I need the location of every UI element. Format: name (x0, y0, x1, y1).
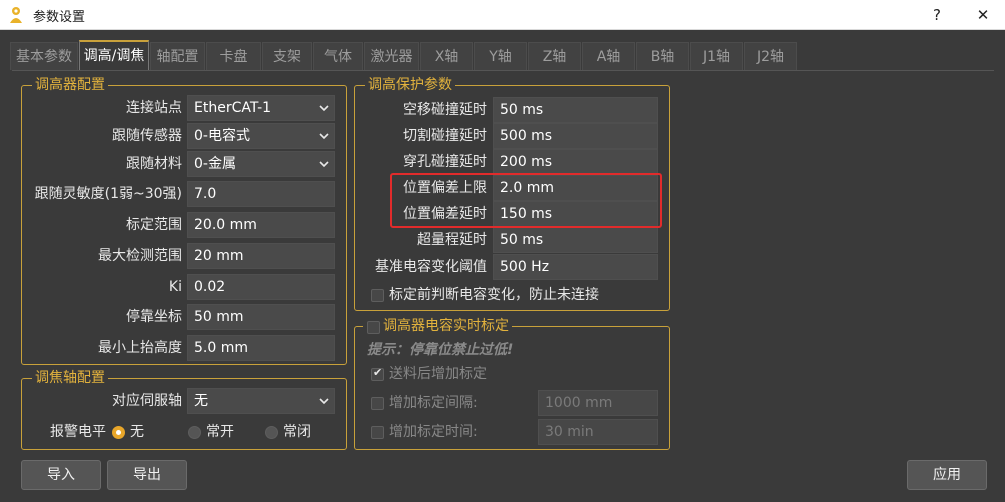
alarm-no-radio[interactable] (188, 426, 201, 439)
time-calib-checkbox[interactable] (371, 426, 384, 439)
tab-j2-axis[interactable]: J2轴 (744, 42, 797, 70)
tab-j1-axis[interactable]: J1轴 (690, 42, 743, 70)
apply-button[interactable]: 应用 (907, 460, 987, 490)
calib-range-input[interactable]: 20.0 mm (187, 212, 335, 238)
alarm-none-label: 无 (130, 424, 144, 440)
focus-axis-title: 调焦轴配置 (32, 369, 108, 387)
title-bar: 参数设置 ? ✕ (0, 0, 1005, 30)
realtime-calib-checkbox[interactable] (367, 321, 380, 334)
tab-support[interactable]: 支架 (262, 42, 312, 70)
tab-chuck[interactable]: 卡盘 (206, 42, 261, 70)
tab-axis-config[interactable]: 轴配置 (150, 42, 205, 70)
station-select[interactable]: EtherCAT-1 (187, 95, 335, 121)
time-calib-label: 增加标定时间: (389, 424, 478, 440)
realtime-calib-title: 调高器电容实时标定 (363, 317, 512, 335)
protect-title: 调高保护参数 (365, 76, 455, 94)
chevron-down-icon (319, 133, 329, 140)
import-button[interactable]: 导入 (21, 460, 101, 490)
cap-threshold-input[interactable]: 500 Hz (493, 254, 658, 280)
chevron-down-icon (319, 398, 329, 405)
tab-a-axis[interactable]: A轴 (582, 42, 635, 70)
tab-height-focus[interactable]: 调高/调焦 (79, 40, 149, 70)
height-config-title: 调高器配置 (32, 76, 108, 94)
window-title: 参数设置 (33, 10, 86, 25)
sensitivity-input[interactable]: 7.0 (187, 181, 335, 207)
protect-group: 调高保护参数 空移碰撞延时 50 ms 切割碰撞延时 500 ms 穿孔碰撞延时… (354, 76, 670, 311)
tab-laser[interactable]: 激光器 (364, 42, 419, 70)
tab-x-axis[interactable]: X轴 (420, 42, 473, 70)
cap-threshold-label: 基准电容变化阈值 (375, 259, 487, 275)
interval-calib-label: 增加标定间隔: (389, 395, 478, 411)
park-hint: 提示：停靠位禁止过低! (367, 342, 514, 358)
precheck-capacitance-checkbox[interactable] (371, 289, 384, 302)
alarm-none-radio[interactable] (112, 426, 125, 439)
sensitivity-label: 跟随灵敏度(1弱~30强) (34, 186, 182, 202)
cut-collision-label: 切割碰撞延时 (403, 128, 487, 144)
app-logo-icon (10, 7, 22, 23)
ki-label: Ki (168, 279, 182, 295)
tab-b-axis[interactable]: B轴 (636, 42, 689, 70)
material-label: 跟随材料 (126, 156, 182, 172)
over-range-label: 超量程延时 (417, 232, 487, 248)
cut-collision-input[interactable]: 500 ms (493, 123, 658, 149)
sensor-select[interactable]: 0-电容式 (187, 123, 335, 149)
export-button[interactable]: 导出 (107, 460, 187, 490)
servo-axis-select[interactable]: 无 (187, 388, 335, 414)
highlight-box (390, 173, 662, 228)
pierce-collision-label: 穿孔碰撞延时 (403, 154, 487, 170)
height-config-group: 调高器配置 连接站点 EtherCAT-1 跟随传感器 0-电容式 跟随材料 0… (21, 76, 347, 365)
idle-collision-label: 空移碰撞延时 (403, 102, 487, 118)
alarm-level-label: 报警电平 (50, 424, 106, 440)
feed-calib-checkbox[interactable] (371, 366, 384, 381)
chevron-down-icon (319, 161, 329, 168)
help-button[interactable]: ? (922, 4, 952, 26)
close-button[interactable]: ✕ (968, 4, 998, 26)
park-coord-label: 停靠坐标 (126, 309, 182, 325)
tab-z-axis[interactable]: Z轴 (528, 42, 581, 70)
sensor-label: 跟随传感器 (112, 128, 182, 144)
realtime-calib-group: 调高器电容实时标定 提示：停靠位禁止过低! 送料后增加标定 增加标定间隔: 10… (354, 317, 670, 450)
tab-gas[interactable]: 气体 (313, 42, 363, 70)
calib-range-label: 标定范围 (126, 217, 182, 233)
min-lift-input[interactable]: 5.0 mm (187, 335, 335, 361)
tab-basic-params[interactable]: 基本参数 (10, 42, 78, 70)
ki-input[interactable]: 0.02 (187, 274, 335, 300)
alarm-nc-label: 常闭 (283, 424, 311, 440)
min-lift-label: 最小上抬高度 (98, 340, 182, 356)
precheck-capacitance-label: 标定前判断电容变化，防止未连接 (389, 287, 599, 303)
park-coord-input[interactable]: 50 mm (187, 304, 335, 330)
tab-y-axis[interactable]: Y轴 (474, 42, 527, 70)
feed-calib-label: 送料后增加标定 (389, 366, 487, 382)
max-detect-label: 最大检测范围 (98, 248, 182, 264)
tab-divider (12, 70, 994, 71)
alarm-nc-radio[interactable] (265, 426, 278, 439)
interval-calib-checkbox[interactable] (371, 397, 384, 410)
max-detect-input[interactable]: 20 mm (187, 243, 335, 269)
over-range-input[interactable]: 50 ms (493, 227, 658, 253)
idle-collision-input[interactable]: 50 ms (493, 97, 658, 123)
servo-axis-label: 对应伺服轴 (112, 393, 182, 409)
focus-axis-group: 调焦轴配置 对应伺服轴 无 报警电平 无 常开 常闭 (21, 369, 347, 450)
station-label: 连接站点 (126, 100, 182, 116)
alarm-no-label: 常开 (206, 424, 234, 440)
interval-calib-input[interactable]: 1000 mm (538, 390, 658, 416)
pierce-collision-input[interactable]: 200 ms (493, 149, 658, 175)
chevron-down-icon (319, 105, 329, 112)
material-select[interactable]: 0-金属 (187, 151, 335, 177)
time-calib-input[interactable]: 30 min (538, 419, 658, 445)
